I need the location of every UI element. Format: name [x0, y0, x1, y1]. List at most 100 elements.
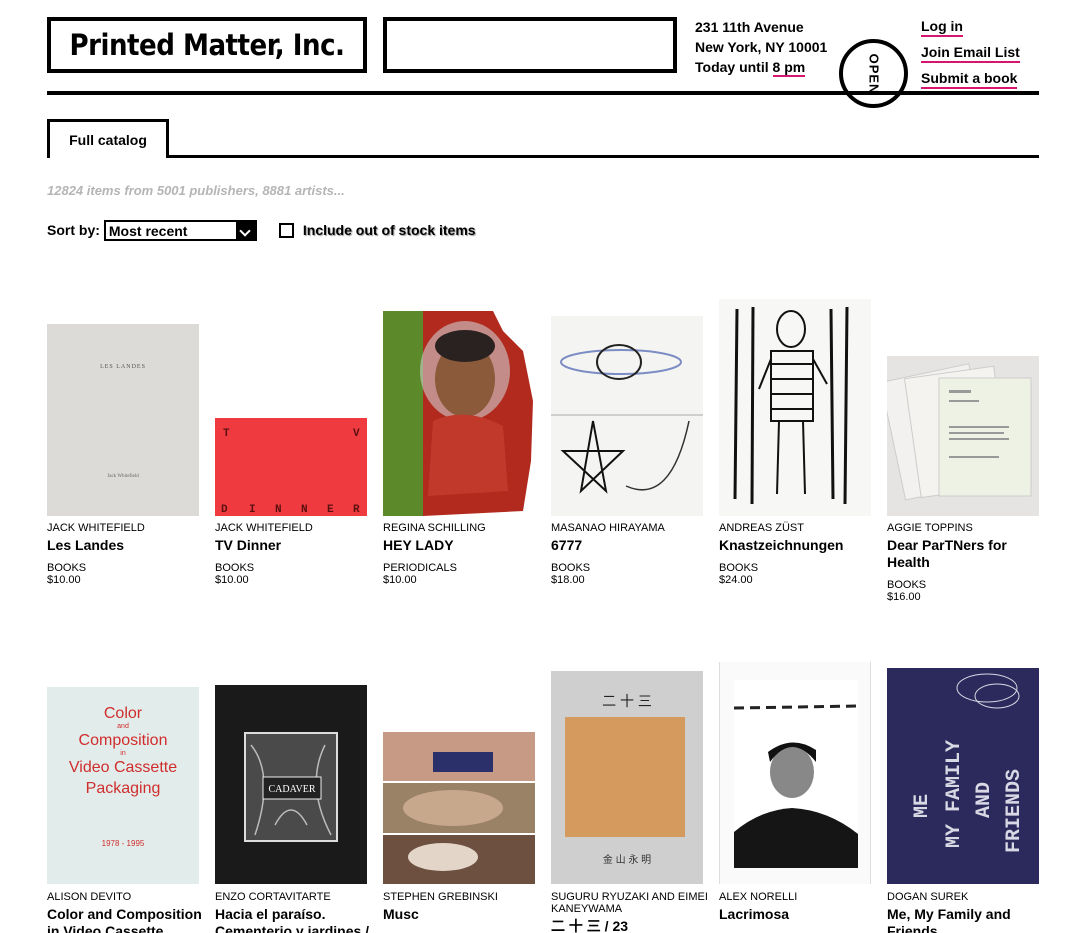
cover-line: and	[117, 723, 129, 730]
sort-selected-value: Most recent	[108, 222, 188, 239]
product-cover[interactable]	[551, 316, 703, 516]
header-divider	[47, 91, 1039, 95]
svg-text:N: N	[275, 504, 282, 516]
cover-bottom-text: 金 山 永 明	[602, 855, 652, 866]
cover-photo	[733, 680, 859, 868]
product-cover[interactable]	[719, 299, 871, 516]
product-artist[interactable]: JACK WHITEFIELD	[215, 522, 375, 534]
product-cover[interactable]	[383, 311, 535, 516]
svg-text:E: E	[327, 504, 334, 516]
join-email-list-link[interactable]: Join Email List	[921, 43, 1020, 63]
sort-select[interactable]: Most recent	[103, 219, 257, 241]
address-line-2: New York, NY 10001	[695, 39, 828, 55]
product-artist[interactable]: REGINA SCHILLING	[383, 522, 543, 534]
cover-line: Composition	[78, 732, 168, 749]
product-artist[interactable]: ANDREAS ZÜST	[719, 522, 879, 534]
product-artist[interactable]: MASANAO HIRAYAMA	[551, 522, 711, 534]
tab-underline	[169, 155, 1039, 158]
address-line-1: 231 11th Avenue	[695, 19, 804, 35]
product-meta: STEPHEN GREBINSKI Musc	[383, 891, 543, 923]
product-cover[interactable]	[719, 662, 871, 884]
cover-lettering: Color and Composition in Video Cassette …	[47, 687, 199, 852]
tab-full-catalog[interactable]: Full catalog	[47, 119, 169, 158]
cover-line: Video Cassette	[68, 759, 178, 776]
svg-text:AND: AND	[973, 782, 996, 818]
product-title[interactable]: Hacia el paraíso. Cementerio y jardines …	[215, 906, 375, 933]
logo-text: Printed Matter, Inc.	[69, 28, 345, 62]
product-category: BOOKS	[215, 562, 255, 574]
product-artist[interactable]: JACK WHITEFIELD	[47, 522, 207, 534]
cover-woodcut: CADAVER	[244, 732, 338, 842]
cover-square	[565, 717, 685, 837]
product-title[interactable]: Color and Composition in Video Cassette …	[47, 906, 207, 933]
svg-text:D: D	[221, 504, 228, 516]
cover-drawing	[733, 306, 849, 505]
store-address: 231 11th Avenue New York, NY 10001 Today…	[695, 17, 827, 77]
cover-lettering: T V D I N N E R	[221, 428, 360, 516]
submit-book-link[interactable]: Submit a book	[921, 69, 1018, 89]
product-cover[interactable]: 二 十 三 金 山 永 明	[551, 671, 703, 884]
cover-pages	[887, 363, 1032, 501]
svg-text:V: V	[353, 428, 360, 440]
cover-line: 1978 - 1995	[101, 839, 145, 848]
product-title[interactable]: Les Landes	[47, 537, 207, 554]
cover-top-text: 二 十 三	[602, 693, 652, 709]
product-artist[interactable]: ALEX NORELLI	[719, 891, 879, 903]
product-artist[interactable]: AGGIE TOPPINS	[887, 522, 1047, 534]
chevron-down-icon	[235, 221, 255, 239]
product-title[interactable]: Dear ParTNers for Health	[887, 537, 1047, 571]
cover-drawing	[551, 344, 703, 494]
product-category: PERIODICALS	[383, 562, 457, 574]
svg-text:N: N	[301, 504, 308, 516]
cover-collage	[383, 311, 533, 516]
product-title[interactable]: HEY LADY	[383, 537, 543, 554]
login-link[interactable]: Log in	[921, 17, 963, 37]
product-meta: ENZO CORTAVITARTE Hacia el paraíso. Ceme…	[215, 891, 375, 933]
out-of-stock-checkbox[interactable]	[278, 222, 294, 238]
cover-author: Jack Whitefield	[107, 474, 139, 479]
svg-text:T: T	[223, 428, 230, 440]
product-artist[interactable]: DOGAN SUREK	[887, 891, 1047, 903]
search-input[interactable]	[383, 17, 677, 73]
product-artist[interactable]: STEPHEN GREBINSKI	[383, 891, 543, 903]
product-meta: REGINA SCHILLING HEY LADY PERIODICALS $1…	[383, 522, 543, 586]
product-cover[interactable]: CADAVER	[215, 685, 367, 884]
site-header: Printed Matter, Inc. 231 11th Avenue New…	[47, 17, 1039, 108]
hours-prefix: Today until	[695, 59, 773, 75]
product-category: BOOKS	[551, 562, 591, 574]
product-cover[interactable]: Color and Composition in Video Cassette …	[47, 687, 199, 884]
product-meta: MASANAO HIRAYAMA 6777 BOOKS $18.00	[551, 522, 711, 586]
product-price: $24.00	[719, 574, 753, 586]
cover-line: in	[120, 750, 126, 757]
product-cover[interactable]: LES LANDES Jack Whitefield	[47, 324, 199, 516]
store-hours: Today until 8 pm	[695, 57, 827, 77]
product-title[interactable]: Me, My Family and Friends	[887, 906, 1047, 933]
product-cover[interactable]: ME MY FAMILY AND FRIENDS	[887, 668, 1039, 884]
product-cover[interactable]: T V D I N N E R	[215, 418, 367, 516]
open-badge-text: OPEN	[866, 53, 881, 94]
svg-text:I: I	[249, 504, 256, 516]
product-title[interactable]: TV Dinner	[215, 537, 375, 554]
product-category: BOOKS	[719, 562, 759, 574]
cover-photo	[383, 732, 535, 884]
out-of-stock-label[interactable]: Include out of stock items	[303, 222, 476, 238]
svg-text:FRIENDS: FRIENDS	[1003, 769, 1026, 853]
product-artist[interactable]: SUGURU RYUZAKI AND EIMEI KANEYWAMA	[551, 891, 711, 915]
product-title[interactable]: Musc	[383, 906, 543, 923]
product-artist[interactable]: ENZO CORTAVITARTE	[215, 891, 375, 903]
product-meta: SUGURU RYUZAKI AND EIMEI KANEYWAMA 二 十 三…	[551, 891, 711, 933]
product-meta: ANDREAS ZÜST Knastzeichnungen BOOKS $24.…	[719, 522, 879, 586]
product-title[interactable]: 二 十 三 / 23	[551, 918, 711, 933]
product-artist[interactable]: ALISON DEVITO	[47, 891, 207, 903]
cover-line: Packaging	[85, 780, 161, 797]
product-title[interactable]: Lacrimosa	[719, 906, 879, 923]
product-cover[interactable]	[887, 356, 1039, 516]
product-cover[interactable]	[383, 732, 535, 884]
cover-title: LES LANDES	[100, 364, 146, 370]
product-meta: JACK WHITEFIELD Les Landes BOOKS $10.00	[47, 522, 207, 586]
hours-time[interactable]: 8 pm	[772, 59, 806, 77]
svg-text:R: R	[353, 504, 360, 516]
product-title[interactable]: 6777	[551, 537, 711, 554]
site-logo[interactable]: Printed Matter, Inc.	[47, 17, 367, 73]
product-title[interactable]: Knastzeichnungen	[719, 537, 879, 554]
